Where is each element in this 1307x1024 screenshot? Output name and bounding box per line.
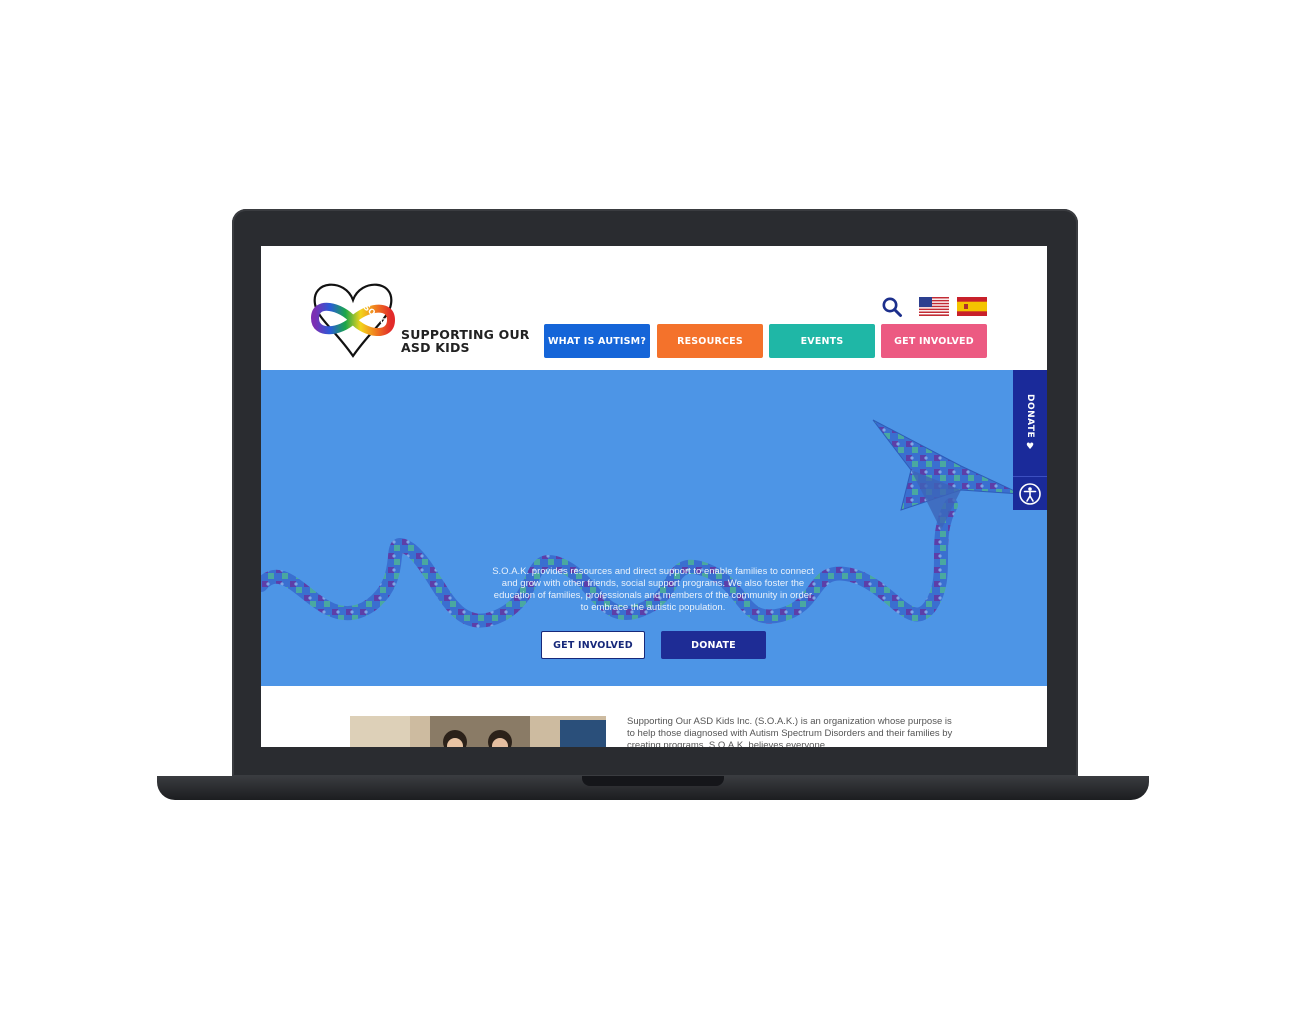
about-section: Supporting Our ASD Kids Inc. (S.O.A.K.) … xyxy=(261,686,1047,747)
nav-label: RESOURCES xyxy=(677,335,743,347)
ribbon-illustration xyxy=(261,419,1022,628)
nav-get-involved[interactable]: GET INVOLVED xyxy=(881,324,987,358)
nav-events[interactable]: EVENTS xyxy=(769,324,875,358)
nav-resources[interactable]: RESOURCES xyxy=(657,324,763,358)
accessibility-button[interactable] xyxy=(1013,476,1047,510)
us-flag-icon[interactable] xyxy=(919,297,949,316)
side-donate-tab[interactable]: DONATE ♥ xyxy=(1013,370,1047,476)
hero-get-involved-button[interactable]: GET INVOLVED xyxy=(541,631,645,659)
hero-description: S.O.A.K. provides resources and direct s… xyxy=(492,566,814,613)
hero-banner: S.O.A.K. provides resources and direct s… xyxy=(261,370,1047,686)
side-donate-label: DONATE ♥ xyxy=(1025,393,1035,453)
laptop-notch xyxy=(582,776,724,786)
nav-label: EVENTS xyxy=(800,335,844,347)
hero-donate-button[interactable]: DONATE xyxy=(661,631,766,659)
browser-screen: SOAK SUPPORTING OUR ASD KIDS WHAT IS AUT… xyxy=(261,246,1047,747)
site-header: SOAK SUPPORTING OUR ASD KIDS WHAT IS AUT… xyxy=(261,246,1047,370)
spain-flag-icon[interactable] xyxy=(957,297,987,316)
heart-infinity-logo[interactable]: SOAK xyxy=(305,270,401,366)
nav-label: WHAT IS AUTISM? xyxy=(547,335,647,347)
nav-what-is-autism[interactable]: WHAT IS AUTISM? xyxy=(544,324,650,358)
site-name[interactable]: SUPPORTING OUR ASD KIDS xyxy=(401,328,530,354)
nav-label: GET INVOLVED xyxy=(894,335,974,347)
about-description: Supporting Our ASD Kids Inc. (S.O.A.K.) … xyxy=(627,716,953,747)
search-icon[interactable] xyxy=(881,296,903,318)
accessibility-icon xyxy=(1019,482,1041,505)
about-photo xyxy=(350,716,606,747)
